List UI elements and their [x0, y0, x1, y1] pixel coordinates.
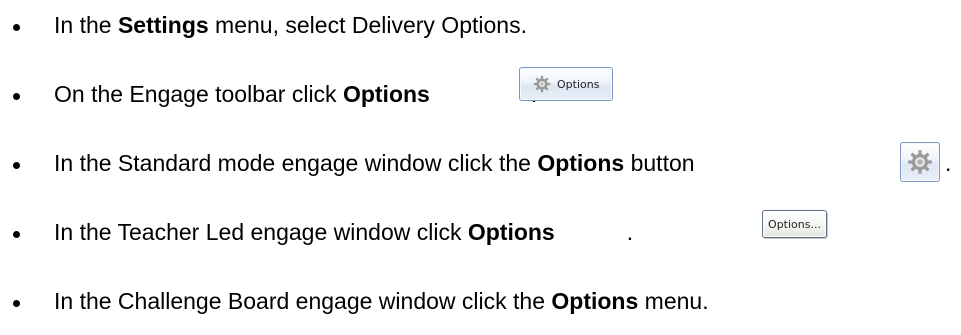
text-segment: In the	[54, 12, 118, 38]
bullet-dot	[13, 231, 20, 238]
bullet-dot	[13, 24, 20, 31]
instruction-text: On the Engage toolbar click Options.	[54, 83, 537, 106]
bold-term: Settings	[117, 12, 209, 38]
instruction-text: In the Teacher Led engage window click O…	[54, 221, 633, 244]
text-segment: menu, select Delivery Options.	[208, 12, 527, 38]
text-segment: button	[624, 150, 695, 176]
bold-term: Options	[467, 219, 555, 245]
instruction-text: In the Settings menu, select Delivery Op…	[54, 14, 527, 37]
text-segment: menu.	[638, 288, 709, 314]
bold-term: Options	[551, 288, 639, 314]
teacher-options-button[interactable]: Options...	[762, 210, 827, 238]
bullet-dot	[13, 162, 20, 169]
text-segment: In the Teacher Led engage window click	[54, 219, 468, 245]
toolbar-options-button[interactable]: Options	[519, 67, 613, 101]
gear-icon	[533, 75, 551, 93]
text-segment: .	[945, 150, 952, 176]
standard-options-button[interactable]	[900, 142, 940, 182]
bold-term: Options	[537, 150, 625, 176]
text-segment: In the Challenge Board engage window cli…	[54, 288, 552, 314]
bullet-dot	[13, 93, 20, 100]
toolbar-options-label: Options	[557, 77, 600, 91]
bullet-dot	[13, 300, 20, 307]
gear-icon	[908, 150, 932, 174]
instruction-text: In the Challenge Board engage window cli…	[54, 290, 709, 313]
teacher-options-label: Options...	[768, 217, 821, 231]
text-segment: .	[626, 219, 634, 245]
text-segment: In the Standard mode engage window click…	[54, 150, 538, 176]
text-segment: On the Engage toolbar click	[54, 81, 343, 107]
instruction-text: In the Standard mode engage window click…	[54, 152, 695, 175]
instruction-list: In the Settings menu, select Delivery Op…	[0, 0, 961, 335]
bold-term: Options	[342, 81, 430, 107]
